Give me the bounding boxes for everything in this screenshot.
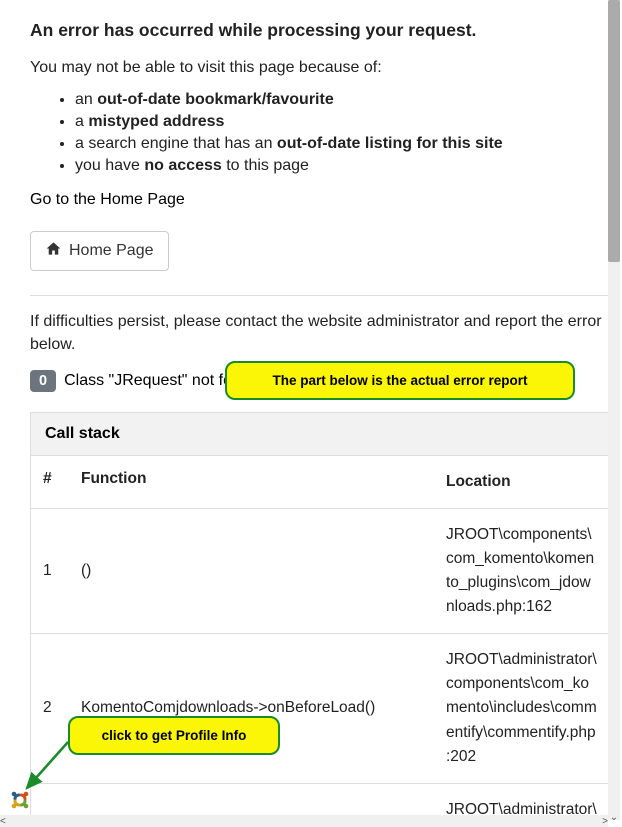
callstack-header-row: # Function Location bbox=[31, 456, 608, 509]
error-title: An error has occurred while processing y… bbox=[30, 20, 608, 41]
joomla-icon[interactable] bbox=[8, 788, 32, 812]
col-loc: Location bbox=[434, 456, 608, 508]
col-func: Function bbox=[69, 456, 434, 508]
row-loc: JROOT\components\com_komento\komento_plu… bbox=[434, 509, 608, 633]
error-code-badge: 0 bbox=[30, 370, 56, 392]
reason-item: you have no access to this page bbox=[75, 157, 608, 175]
scrollbar-down-arrow[interactable]: ⌄ bbox=[608, 812, 620, 824]
content-scroll[interactable]: An error has occurred while processing y… bbox=[0, 0, 608, 815]
reason-item: a search engine that has an out-of-date … bbox=[75, 135, 608, 153]
error-subtext: You may not be able to visit this page b… bbox=[30, 59, 608, 77]
persist-text: If difficulties persist, please contact … bbox=[30, 310, 608, 356]
home-instruction: Go to the Home Page bbox=[30, 191, 608, 209]
row-func: () bbox=[69, 509, 434, 633]
scrollbar-vertical-thumb[interactable] bbox=[608, 0, 620, 262]
home-button-label: Home Page bbox=[69, 242, 154, 260]
row-num: 1 bbox=[31, 509, 69, 633]
row-loc: JROOT\administrator\components\com_komen… bbox=[434, 784, 608, 815]
house-icon bbox=[45, 241, 62, 261]
reason-item: a mistyped address bbox=[75, 113, 608, 131]
row-num: 2 bbox=[31, 634, 69, 782]
table-row: 3KomentoCommentify->render()JROOT\admini… bbox=[31, 784, 608, 815]
reason-item: an out-of-date bookmark/favourite bbox=[75, 91, 608, 109]
row-loc: JROOT\administrator\components\com_komen… bbox=[434, 634, 608, 782]
separator bbox=[30, 295, 608, 296]
home-page-button[interactable]: Home Page bbox=[30, 231, 169, 271]
row-func: KomentoCommentify->render() bbox=[69, 784, 434, 815]
annotation-error-report: The part below is the actual error repor… bbox=[225, 361, 575, 400]
row-num: 3 bbox=[31, 784, 69, 815]
callstack-title: Call stack bbox=[31, 413, 608, 456]
error-reasons-list: an out-of-date bookmark/favourite a misty… bbox=[30, 91, 608, 175]
scrollbar-vertical-track[interactable] bbox=[608, 0, 620, 820]
scrollbar-horizontal[interactable]: <> bbox=[0, 815, 608, 827]
callstack-body: 1()JROOT\components\com_komento\komento_… bbox=[31, 509, 608, 815]
table-row: 2KomentoComjdownloads->onBeforeLoad()JRO… bbox=[31, 634, 608, 783]
table-row: 1()JROOT\components\com_komento\komento_… bbox=[31, 509, 608, 634]
col-num: # bbox=[31, 456, 69, 508]
annotation-profile-info: click to get Profile Info bbox=[68, 716, 280, 755]
row-func: KomentoComjdownloads->onBeforeLoad() bbox=[69, 634, 434, 782]
